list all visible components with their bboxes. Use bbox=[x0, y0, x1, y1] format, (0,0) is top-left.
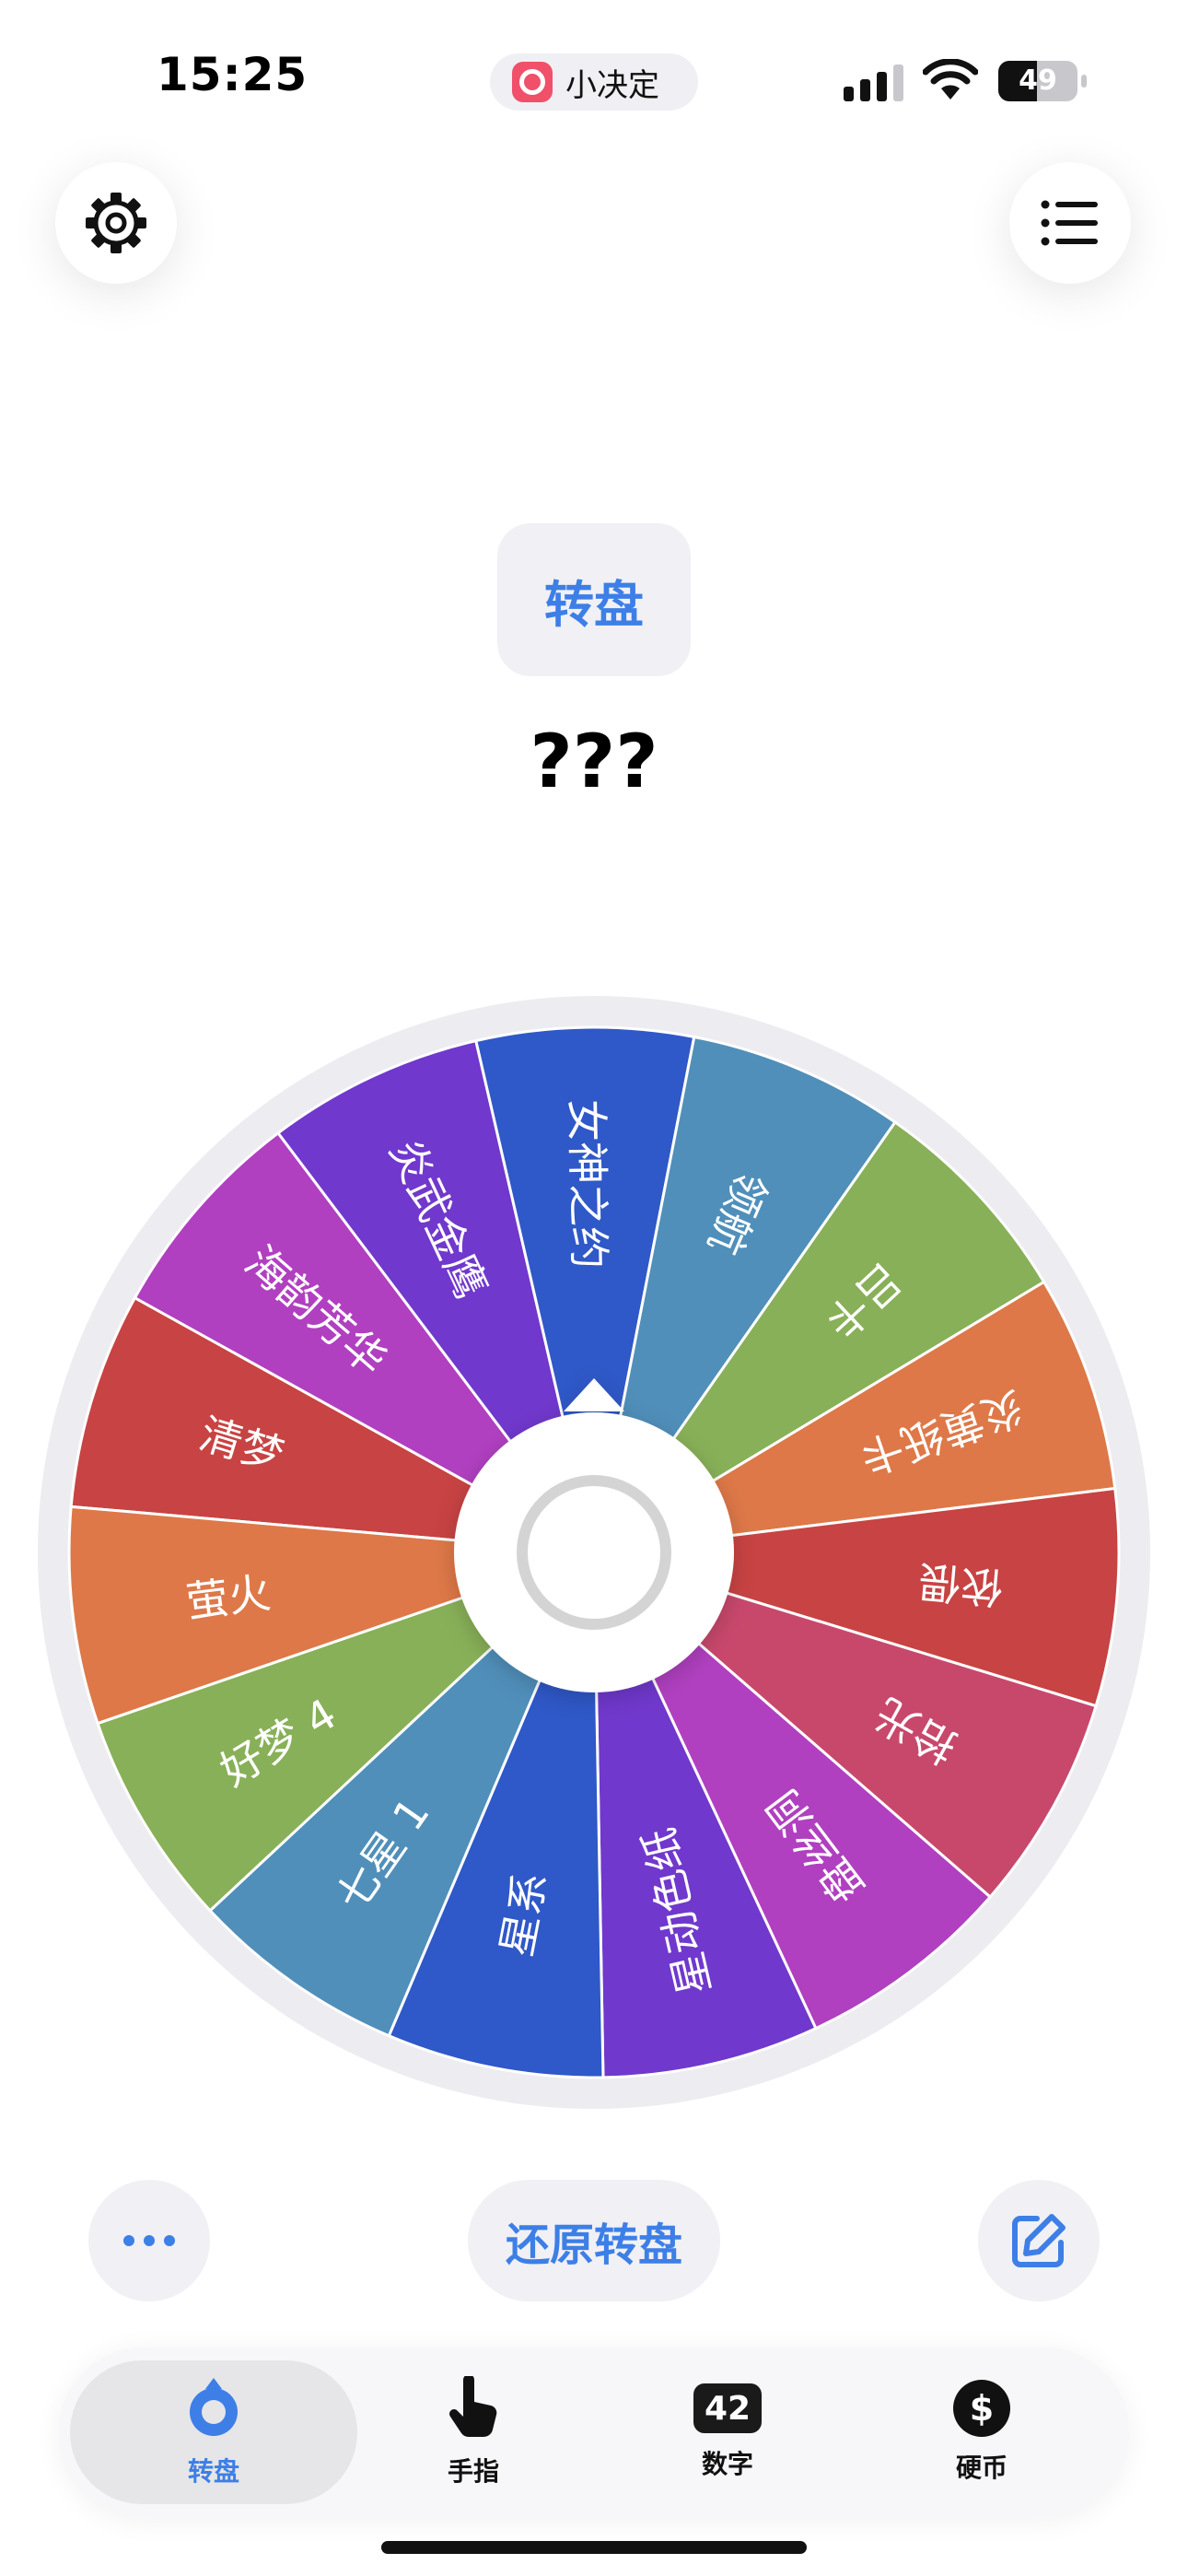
cellular-signal-icon bbox=[844, 64, 903, 101]
edit-button[interactable] bbox=[978, 2180, 1100, 2301]
app-name: 小决定 bbox=[565, 66, 659, 104]
battery-percent: 49 bbox=[1019, 64, 1057, 97]
wheel-segment-label: 女神之约 bbox=[561, 1099, 613, 1270]
tab-label: 硬币 bbox=[955, 2453, 1007, 2483]
tab-wheel[interactable]: 转盘 bbox=[70, 2360, 357, 2504]
tab-label: 转盘 bbox=[187, 2456, 239, 2487]
hand-pointer-icon bbox=[449, 2376, 497, 2438]
wheel-segment-label: 萤火 bbox=[183, 1567, 274, 1627]
battery-icon: 49 bbox=[998, 61, 1087, 101]
tab-finger[interactable]: 手指 bbox=[381, 2360, 565, 2504]
mode-title-button[interactable]: 转盘 bbox=[497, 523, 691, 676]
reset-wheel-button[interactable]: 还原转盘 bbox=[468, 2180, 720, 2301]
current-app-pill[interactable]: 小决定 bbox=[490, 53, 698, 111]
ellipsis-icon bbox=[123, 2235, 175, 2246]
spin-result: ??? bbox=[530, 719, 658, 804]
app-icon bbox=[512, 62, 553, 102]
list-button[interactable] bbox=[1009, 162, 1131, 284]
tab-coin[interactable]: $ 硬币 bbox=[890, 2360, 1074, 2504]
coin-icon: $ bbox=[953, 2380, 1010, 2437]
home-indicator bbox=[381, 2541, 807, 2554]
tab-number[interactable]: 42 数字 bbox=[635, 2360, 820, 2504]
list-icon bbox=[1041, 200, 1098, 246]
number-badge-icon: 42 bbox=[693, 2383, 762, 2433]
tab-bar: 转盘 手指 42 数字 $ 硬币 bbox=[59, 2348, 1129, 2517]
more-button[interactable] bbox=[88, 2180, 210, 2301]
edit-icon bbox=[1012, 2214, 1066, 2267]
wheel-segment-label: 依偎 bbox=[916, 1556, 1005, 1613]
gear-icon bbox=[86, 193, 146, 253]
spin-wheel[interactable]: 清梦海韵芳华炎武金鹰 女神之约 领航吕卡炎黄纸卡依偎拾光盘丝洞星动色纸星系七星 1好… bbox=[35, 993, 1153, 2112]
settings-button[interactable] bbox=[55, 162, 177, 284]
status-time: 15:25 bbox=[157, 48, 309, 101]
tab-label: 手指 bbox=[447, 2456, 499, 2487]
wheel-tab-icon bbox=[190, 2378, 238, 2436]
tab-label: 数字 bbox=[701, 2449, 753, 2479]
wifi-icon bbox=[923, 59, 978, 100]
